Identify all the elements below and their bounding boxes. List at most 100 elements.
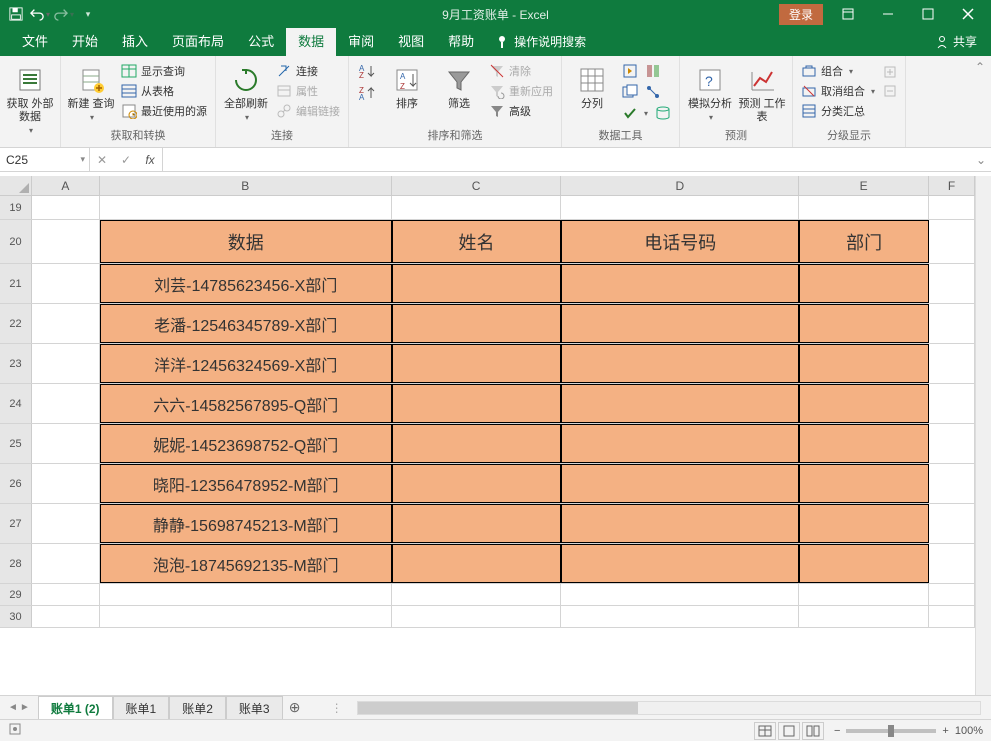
cell[interactable]: [392, 464, 562, 503]
cell[interactable]: [392, 384, 562, 423]
cell[interactable]: [32, 424, 100, 463]
zoom-control[interactable]: − + 100%: [834, 725, 983, 737]
ribbon-options-icon[interactable]: [833, 0, 863, 28]
cell[interactable]: [799, 196, 929, 219]
fx-icon[interactable]: fx: [138, 153, 162, 167]
cell[interactable]: [392, 304, 562, 343]
cell[interactable]: [561, 264, 799, 303]
cell[interactable]: [799, 464, 929, 503]
cell[interactable]: 妮妮-14523698752-Q部门: [100, 424, 392, 463]
cell[interactable]: [929, 220, 975, 263]
cell[interactable]: [929, 464, 975, 503]
sheet-tab[interactable]: 账单3: [226, 696, 283, 720]
subtotal-button[interactable]: 分类汇总: [799, 102, 877, 120]
tell-me-search[interactable]: 操作说明搜索: [486, 27, 596, 56]
page-layout-view-button[interactable]: [778, 722, 800, 740]
redo-icon[interactable]: [54, 4, 74, 24]
whatif-button[interactable]: ?模拟分析: [686, 62, 734, 122]
cell[interactable]: 六六-14582567895-Q部门: [100, 384, 392, 423]
cell[interactable]: 数据: [100, 220, 392, 263]
cell[interactable]: [799, 544, 929, 583]
cell[interactable]: 刘芸-14785623456-X部门: [100, 264, 392, 303]
col-header[interactable]: C: [392, 176, 562, 195]
cell[interactable]: 晓阳-12356478952-M部门: [100, 464, 392, 503]
sheet-tab[interactable]: 账单1 (2): [38, 696, 113, 721]
filter-button[interactable]: 筛选: [435, 62, 483, 111]
cell[interactable]: [799, 304, 929, 343]
zoom-slider[interactable]: [846, 729, 936, 733]
get-external-data-button[interactable]: 获取 外部数据: [6, 62, 54, 135]
cell[interactable]: [929, 584, 975, 605]
tab-review[interactable]: 审阅: [336, 25, 386, 56]
close-icon[interactable]: [953, 0, 983, 28]
tab-pagelayout[interactable]: 页面布局: [160, 25, 236, 56]
cell[interactable]: [561, 584, 799, 605]
sheet-tab-nav[interactable]: ◄►: [0, 702, 38, 713]
new-sheet-button[interactable]: ⊕: [283, 699, 307, 716]
forecast-sheet-button[interactable]: 预测 工作表: [738, 62, 786, 124]
tab-view[interactable]: 视图: [386, 25, 436, 56]
row-header[interactable]: 23: [0, 344, 32, 383]
advanced-filter-button[interactable]: 高级: [487, 102, 555, 120]
cell[interactable]: [561, 544, 799, 583]
expand-formula-icon[interactable]: ⌄: [971, 148, 991, 171]
row-header[interactable]: 28: [0, 544, 32, 583]
remove-duplicates-button[interactable]: [620, 83, 640, 101]
cell[interactable]: [799, 384, 929, 423]
row-header[interactable]: 24: [0, 384, 32, 423]
cell[interactable]: [929, 196, 975, 219]
cell[interactable]: [100, 584, 392, 605]
consolidate-button[interactable]: [643, 62, 663, 80]
cancel-formula-icon[interactable]: ✕: [90, 153, 114, 167]
row-header[interactable]: 20: [0, 220, 32, 263]
row-header[interactable]: 26: [0, 464, 32, 503]
row-header[interactable]: 21: [0, 264, 32, 303]
tab-split-handle[interactable]: ⋮: [327, 701, 347, 715]
group-button[interactable]: 组合: [799, 62, 877, 80]
cell[interactable]: [561, 424, 799, 463]
zoom-level[interactable]: 100%: [955, 725, 983, 737]
tab-insert[interactable]: 插入: [110, 25, 160, 56]
maximize-icon[interactable]: [913, 0, 943, 28]
row-header[interactable]: 27: [0, 504, 32, 543]
flash-fill-button[interactable]: [620, 62, 640, 80]
cell[interactable]: [392, 344, 562, 383]
cell[interactable]: [929, 344, 975, 383]
cell[interactable]: [32, 304, 100, 343]
cell[interactable]: [392, 544, 562, 583]
login-button[interactable]: 登录: [779, 4, 823, 25]
normal-view-button[interactable]: [754, 722, 776, 740]
share-button[interactable]: 共享: [921, 27, 991, 56]
sort-asc-button[interactable]: AZ: [355, 62, 379, 80]
name-box[interactable]: C25: [0, 148, 90, 171]
tab-home[interactable]: 开始: [60, 25, 110, 56]
cell[interactable]: [799, 344, 929, 383]
cell[interactable]: [561, 606, 799, 627]
formula-input[interactable]: [163, 148, 971, 171]
cell[interactable]: [929, 544, 975, 583]
from-table-button[interactable]: 从表格: [119, 82, 209, 100]
qat-customize-icon[interactable]: ▾: [78, 4, 98, 24]
cell[interactable]: [799, 424, 929, 463]
cell[interactable]: [561, 304, 799, 343]
row-header[interactable]: 25: [0, 424, 32, 463]
new-query-button[interactable]: 新建 查询: [67, 62, 115, 122]
cell[interactable]: 部门: [799, 220, 929, 263]
cell[interactable]: [32, 464, 100, 503]
zoom-out-button[interactable]: −: [834, 725, 840, 737]
cell[interactable]: [561, 384, 799, 423]
cell[interactable]: [799, 504, 929, 543]
tab-data[interactable]: 数据: [286, 25, 336, 56]
cell[interactable]: [32, 544, 100, 583]
recent-sources-button[interactable]: 最近使用的源: [119, 102, 209, 120]
cell[interactable]: [32, 384, 100, 423]
cell[interactable]: [32, 504, 100, 543]
row-header[interactable]: 30: [0, 606, 32, 627]
col-header[interactable]: F: [929, 176, 975, 195]
cell[interactable]: [561, 196, 799, 219]
row-header[interactable]: 19: [0, 196, 32, 219]
select-all-corner[interactable]: [0, 176, 32, 195]
tab-formulas[interactable]: 公式: [236, 25, 286, 56]
sort-desc-button[interactable]: ZA: [355, 84, 379, 102]
cell[interactable]: [799, 584, 929, 605]
